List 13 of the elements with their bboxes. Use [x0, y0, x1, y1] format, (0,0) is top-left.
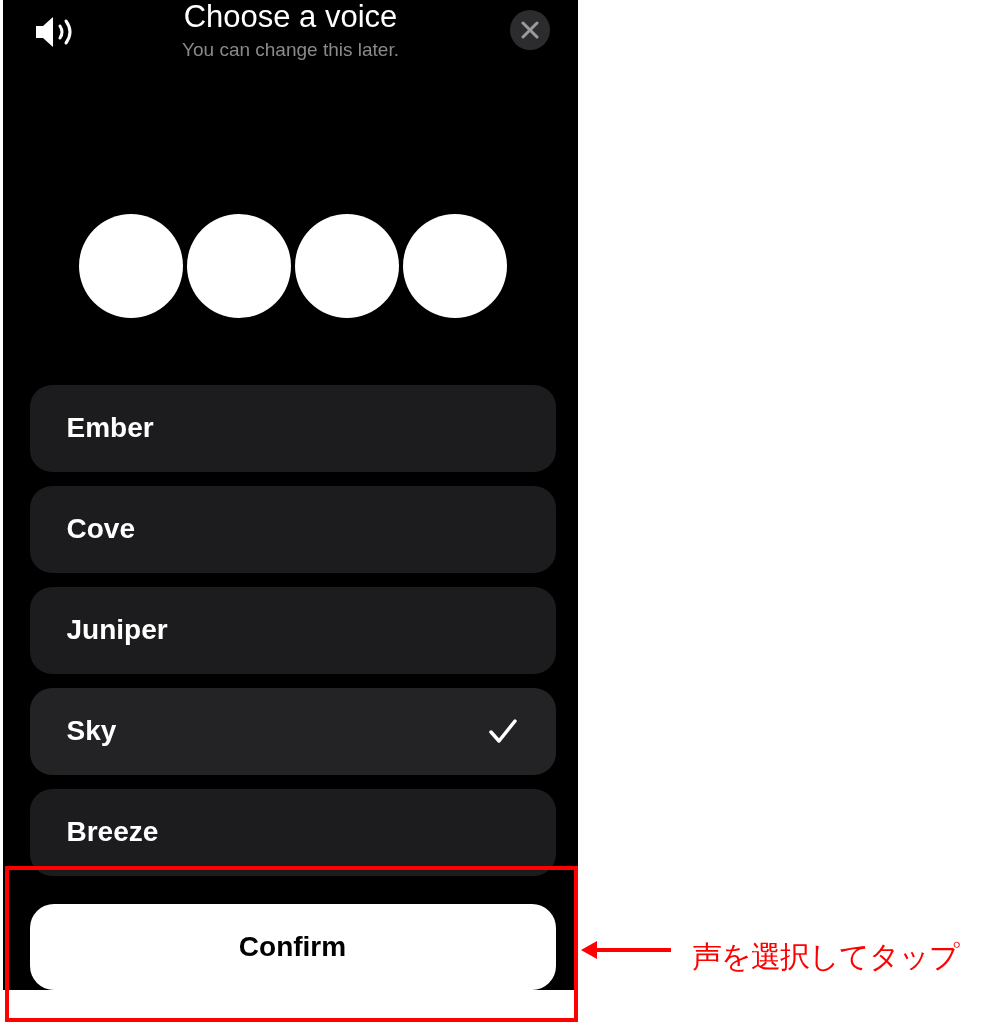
voice-option[interactable]: Breeze — [29, 788, 556, 876]
close-button[interactable] — [510, 10, 550, 50]
voice-option[interactable]: Juniper — [29, 586, 556, 674]
screen-subtitle: You can change this later. — [182, 38, 399, 62]
screen-title: Choose a voice — [183, 0, 398, 34]
voice-option[interactable]: Sky — [29, 687, 556, 775]
voice-option[interactable]: Ember — [29, 384, 556, 472]
checkmark-icon — [487, 718, 518, 745]
annotation-text: 声を選択してタップ — [692, 938, 959, 976]
confirm-button[interactable]: Confirm — [29, 903, 556, 990]
close-icon — [521, 21, 539, 39]
voice-option[interactable]: Cove — [29, 485, 556, 573]
arrow-icon — [581, 940, 673, 960]
